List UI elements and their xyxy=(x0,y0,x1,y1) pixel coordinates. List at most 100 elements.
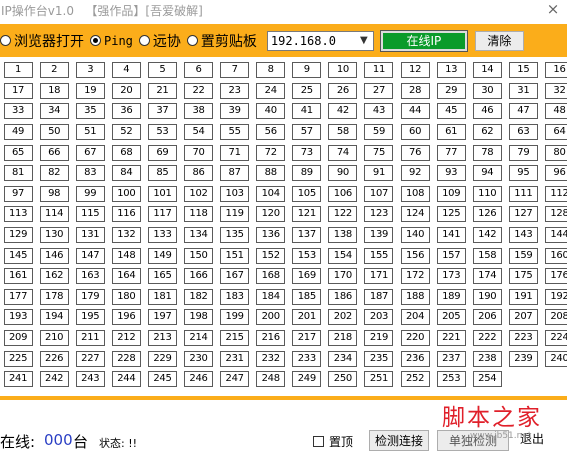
ip-button[interactable]: 227 xyxy=(75,350,105,367)
ip-button[interactable]: 33 xyxy=(3,103,33,120)
ip-button[interactable]: 230 xyxy=(184,350,214,367)
ip-button[interactable]: 166 xyxy=(184,268,214,285)
ip-button[interactable]: 126 xyxy=(472,206,502,223)
ip-button[interactable]: 82 xyxy=(39,165,69,182)
ip-button[interactable]: 254 xyxy=(472,371,502,388)
ip-button[interactable]: 125 xyxy=(436,206,466,223)
ip-button[interactable]: 138 xyxy=(328,227,358,244)
ip-button[interactable]: 83 xyxy=(75,165,105,182)
radio-browser-open[interactable]: 浏览器打开 xyxy=(0,31,84,51)
ip-button[interactable]: 180 xyxy=(111,288,141,305)
ip-button[interactable]: 242 xyxy=(39,371,69,388)
ip-button[interactable]: 206 xyxy=(472,309,502,326)
ip-button[interactable]: 96 xyxy=(544,165,567,182)
ip-button[interactable]: 18 xyxy=(39,82,69,99)
ip-button[interactable]: 129 xyxy=(3,227,33,244)
close-icon[interactable]: × xyxy=(545,1,561,17)
ip-button[interactable]: 248 xyxy=(256,371,286,388)
ip-button[interactable]: 237 xyxy=(436,350,466,367)
radio-ping[interactable]: Ping xyxy=(90,34,133,48)
pin-checkbox-box[interactable] xyxy=(313,436,324,447)
ip-button[interactable]: 23 xyxy=(220,82,250,99)
ip-button[interactable]: 68 xyxy=(111,144,141,161)
ip-button[interactable]: 35 xyxy=(75,103,105,120)
radio-label-remote-assist[interactable]: 远协 xyxy=(153,31,181,51)
ip-button[interactable]: 78 xyxy=(472,144,502,161)
ip-button[interactable]: 29 xyxy=(436,82,466,99)
ip-button[interactable]: 163 xyxy=(75,268,105,285)
ip-button[interactable]: 228 xyxy=(111,350,141,367)
ip-prefix-combo[interactable]: ▼ xyxy=(266,30,374,51)
ip-button[interactable]: 60 xyxy=(400,124,430,141)
ip-button[interactable]: 246 xyxy=(184,371,214,388)
ip-button[interactable]: 136 xyxy=(256,227,286,244)
ip-button[interactable]: 127 xyxy=(508,206,538,223)
radio-clipboard[interactable]: 置剪贴板 xyxy=(186,31,257,51)
ip-button[interactable]: 174 xyxy=(472,268,502,285)
ip-button[interactable]: 38 xyxy=(184,103,214,120)
ip-button[interactable]: 6 xyxy=(184,62,214,79)
ip-button[interactable]: 70 xyxy=(184,144,214,161)
ip-button[interactable]: 240 xyxy=(544,350,567,367)
ip-button[interactable]: 192 xyxy=(544,288,567,305)
ip-button[interactable]: 40 xyxy=(256,103,286,120)
ip-button[interactable]: 114 xyxy=(39,206,69,223)
ip-button[interactable]: 251 xyxy=(364,371,394,388)
ip-button[interactable]: 37 xyxy=(147,103,177,120)
ip-button[interactable]: 50 xyxy=(39,124,69,141)
ip-button[interactable]: 80 xyxy=(544,144,567,161)
ip-button[interactable]: 141 xyxy=(436,227,466,244)
ip-button[interactable]: 48 xyxy=(544,103,567,120)
ip-button[interactable]: 161 xyxy=(3,268,33,285)
ip-button[interactable]: 7 xyxy=(220,62,250,79)
ip-button[interactable]: 108 xyxy=(400,185,430,202)
ip-button[interactable]: 94 xyxy=(472,165,502,182)
ip-button[interactable]: 52 xyxy=(111,124,141,141)
ip-button[interactable]: 64 xyxy=(544,124,567,141)
ip-button[interactable]: 49 xyxy=(3,124,33,141)
ip-button[interactable]: 13 xyxy=(436,62,466,79)
ip-button[interactable]: 28 xyxy=(400,82,430,99)
ip-button[interactable]: 211 xyxy=(75,330,105,347)
ip-button[interactable]: 209 xyxy=(3,330,33,347)
ip-button[interactable]: 151 xyxy=(220,247,250,264)
ip-button[interactable]: 223 xyxy=(508,330,538,347)
ip-button[interactable]: 152 xyxy=(256,247,286,264)
radio-label-browser-open[interactable]: 浏览器打开 xyxy=(14,31,84,51)
ip-button[interactable]: 10 xyxy=(328,62,358,79)
ip-button[interactable]: 193 xyxy=(3,309,33,326)
ip-button[interactable]: 190 xyxy=(472,288,502,305)
ip-button[interactable]: 250 xyxy=(328,371,358,388)
ip-button[interactable]: 224 xyxy=(544,330,567,347)
ip-button[interactable]: 57 xyxy=(292,124,322,141)
ip-button[interactable]: 123 xyxy=(364,206,394,223)
ip-button[interactable]: 51 xyxy=(75,124,105,141)
radio-indicator-ping[interactable] xyxy=(90,35,101,46)
ip-button[interactable]: 91 xyxy=(364,165,394,182)
ip-button[interactable]: 115 xyxy=(75,206,105,223)
ip-button[interactable]: 72 xyxy=(256,144,286,161)
ip-button[interactable]: 200 xyxy=(256,309,286,326)
ip-button[interactable]: 15 xyxy=(508,62,538,79)
ip-button[interactable]: 177 xyxy=(3,288,33,305)
ip-button[interactable]: 232 xyxy=(256,350,286,367)
ip-button[interactable]: 116 xyxy=(111,206,141,223)
ip-prefix-input[interactable] xyxy=(267,32,357,49)
ip-button[interactable]: 74 xyxy=(328,144,358,161)
ip-button[interactable]: 67 xyxy=(75,144,105,161)
ip-button[interactable]: 21 xyxy=(147,82,177,99)
ip-button[interactable]: 128 xyxy=(544,206,567,223)
ip-button[interactable]: 11 xyxy=(364,62,394,79)
ip-button[interactable]: 117 xyxy=(147,206,177,223)
ip-button[interactable]: 2 xyxy=(39,62,69,79)
ip-button[interactable]: 101 xyxy=(147,185,177,202)
ip-button[interactable]: 1 xyxy=(3,62,33,79)
ip-button[interactable]: 107 xyxy=(364,185,394,202)
ip-button[interactable]: 154 xyxy=(328,247,358,264)
ip-button[interactable]: 207 xyxy=(508,309,538,326)
ip-button[interactable]: 93 xyxy=(436,165,466,182)
detect-connection-button[interactable]: 检测连接 xyxy=(369,430,429,451)
ip-button[interactable]: 165 xyxy=(147,268,177,285)
ip-button[interactable]: 113 xyxy=(3,206,33,223)
ip-button[interactable]: 155 xyxy=(364,247,394,264)
